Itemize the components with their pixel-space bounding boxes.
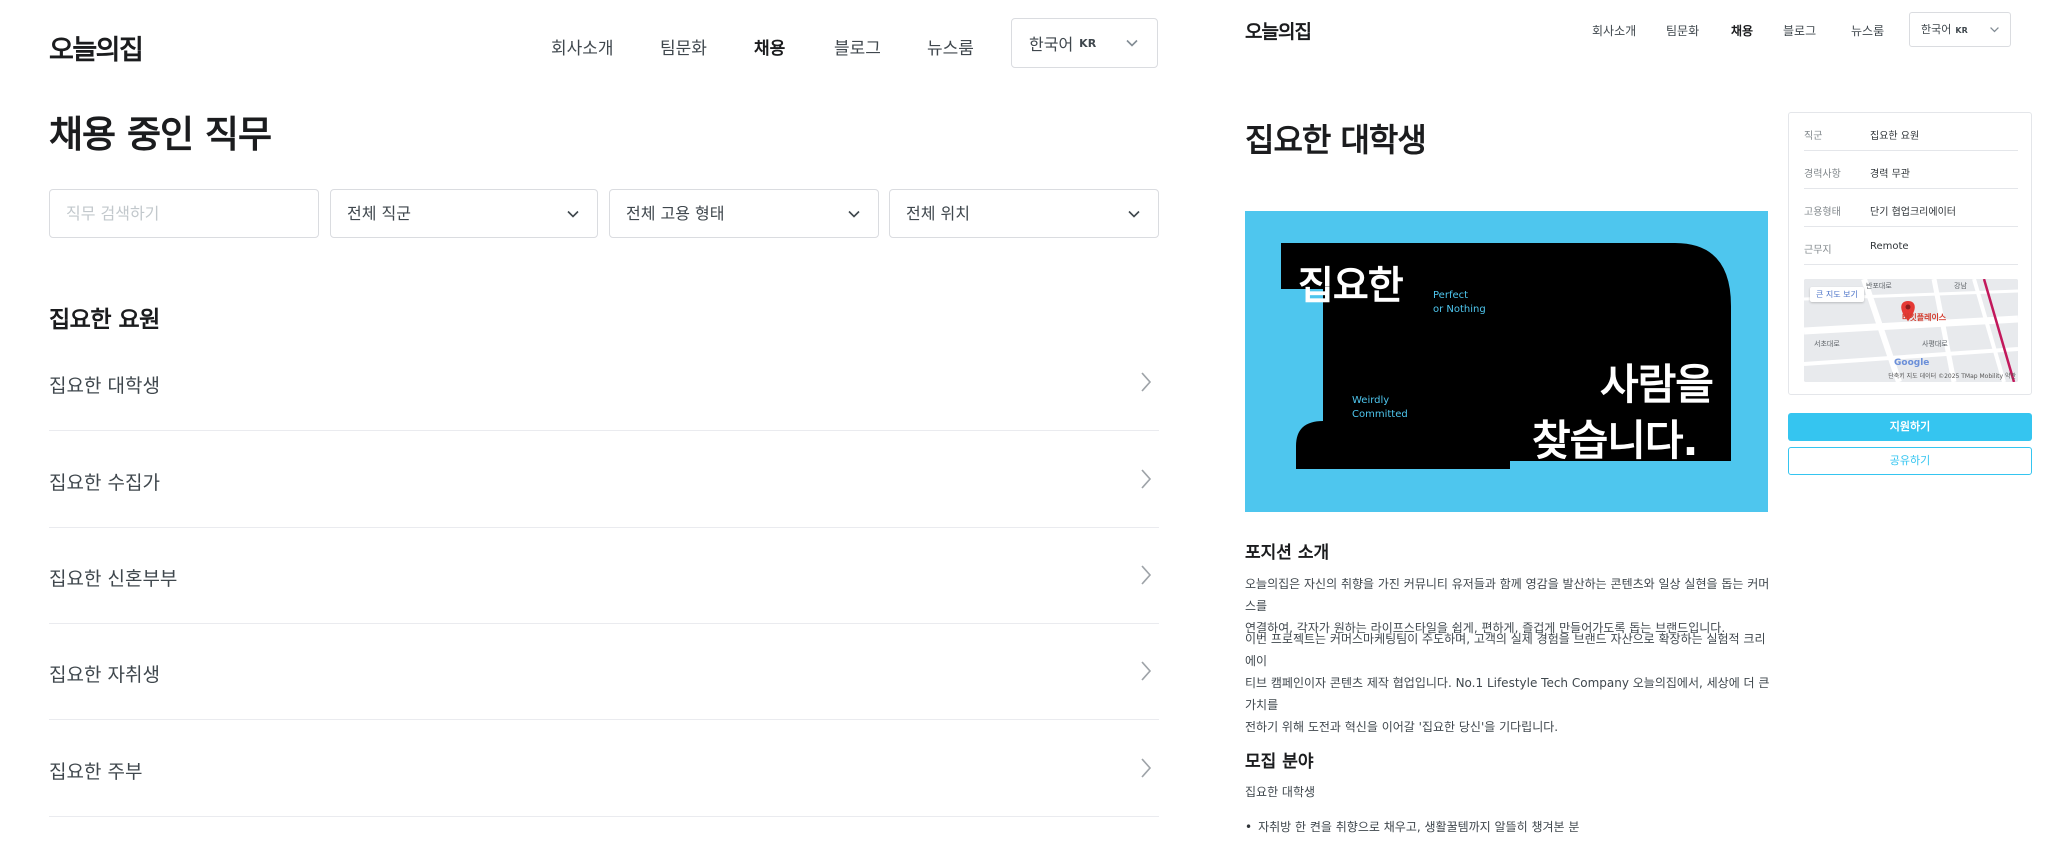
banner-tagline-1: Perfect	[1433, 290, 1469, 301]
info-key: 경력사항	[1804, 169, 1841, 180]
banner-headline-2: 사람을	[1600, 360, 1714, 409]
language-select[interactable]: 한국어 KR	[1909, 12, 2011, 47]
job-search-input[interactable]: 직무 검색하기	[49, 189, 319, 238]
info-value: 경력 무관	[1870, 169, 1910, 180]
paragraph-line: 이번 프로젝트는 커머스마케팅팀이 주도하며, 고객의 실제 경험을 브랜드 자…	[1245, 632, 1766, 668]
language-label: 한국어	[1921, 23, 1952, 36]
chevron-right-icon	[1141, 372, 1152, 392]
recruit-field-name: 집요한 대학생	[1245, 785, 1316, 799]
job-group-select-value: 전체 직군	[347, 204, 411, 223]
chevron-right-icon	[1141, 565, 1152, 585]
employment-type-select-value: 전체 고용 형태	[626, 204, 725, 223]
nav-item-newsroom[interactable]: 뉴스룸	[927, 34, 974, 59]
info-value: 단기 협업크리에이터	[1870, 207, 1956, 218]
nav-item-company[interactable]: 회사소개	[551, 34, 614, 59]
info-row-employment-type: 고용형태 단기 협업크리에이터	[1804, 190, 2018, 227]
banner-tagline-2: or Nothing	[1433, 304, 1486, 315]
job-list-item[interactable]: 집요한 자취생	[49, 624, 1159, 720]
language-label: 한국어	[1029, 35, 1074, 54]
share-button[interactable]: 공유하기	[1788, 447, 2032, 475]
page-title: 채용 중인 직무	[49, 113, 272, 156]
nav-item-culture[interactable]: 팀문화	[660, 34, 707, 59]
language-code: KR	[1955, 26, 1968, 35]
view-larger-map-button[interactable]: 큰 지도 보기	[1810, 287, 1864, 302]
location-map[interactable]: 큰 지도 보기 버킷플레이스 반포대로 강남 서초대로 사평대로 Google …	[1804, 279, 2018, 382]
logo[interactable]: 오늘의집	[49, 28, 144, 67]
map-credit: 단축키 지도 데이터 ©2025 TMap Mobility 약관	[1888, 373, 2016, 380]
job-info-card: 직군 집요한 요원 경력사항 경력 무관 고용형태 단기 협업크리에이터 근무지…	[1788, 112, 2032, 395]
nav-item-newsroom[interactable]: 뉴스룸	[1851, 22, 1884, 39]
location-select[interactable]: 전체 위치	[889, 189, 1159, 238]
job-title: 집요한 대학생	[49, 375, 160, 397]
banner-headline-3: 찾습니다.	[1532, 416, 1699, 465]
language-select[interactable]: 한국어 KR	[1011, 18, 1158, 68]
map-street-label: 서초대로	[1814, 340, 1840, 348]
nav-item-culture[interactable]: 팀문화	[1666, 22, 1699, 39]
map-street-label: 사평대로	[1922, 340, 1948, 348]
info-value: 집요한 요원	[1870, 131, 1920, 142]
paragraph-line: 오늘의집은 자신의 취향을 가진 커뮤니티 유저들과 함께 영감을 발산하는 콘…	[1245, 577, 1770, 613]
requirement-bullet: 자취방 한 켠을 취향으로 채우고, 생활꿀템까지 알뜰히 챙겨본 분	[1245, 818, 1579, 835]
project-intro-text: 이번 프로젝트는 커머스마케팅팀이 주도하며, 고객의 실제 경험을 브랜드 자…	[1245, 628, 1770, 738]
info-key: 고용형태	[1804, 207, 1841, 218]
employment-type-select[interactable]: 전체 고용 형태	[609, 189, 879, 238]
google-logo: Google	[1894, 358, 1930, 368]
map-place-label: 버킷플레이스	[1902, 313, 1947, 322]
job-section-title: 집요한 요원	[49, 307, 160, 333]
info-key: 직군	[1804, 131, 1823, 142]
job-group-select[interactable]: 전체 직군	[330, 189, 598, 238]
nav-item-recruit[interactable]: 채용	[1731, 22, 1753, 39]
job-list-item[interactable]: 집요한 수집가	[49, 432, 1159, 528]
job-list-item[interactable]: 집요한 주부	[49, 721, 1159, 817]
map-street-label: 강남	[1954, 282, 1967, 290]
info-row-location: 근무지 Remote	[1804, 228, 2018, 265]
paragraph-line: 티브 캠페인이자 콘텐츠 제작 협업입니다. No.1 Lifestyle Te…	[1245, 676, 1770, 712]
chevron-right-icon	[1141, 661, 1152, 681]
chevron-down-icon	[848, 210, 860, 218]
language-code: KR	[1079, 36, 1097, 50]
chevron-right-icon	[1141, 469, 1152, 489]
logo[interactable]: 오늘의집	[1245, 17, 1312, 44]
nav-item-blog[interactable]: 블로그	[1783, 22, 1816, 39]
info-value: Remote	[1870, 241, 1909, 252]
job-detail-panel: 오늘의집 회사소개 팀문화 채용 블로그 뉴스룸 한국어 KR 집요한 대학생 집…	[1190, 0, 2047, 858]
job-title: 집요한 주부	[49, 761, 143, 783]
banner-tagline-4: Committed	[1352, 409, 1408, 420]
chevron-down-icon	[1126, 39, 1138, 47]
info-row-job-group: 직군 집요한 요원	[1804, 114, 2018, 151]
nav-item-company[interactable]: 회사소개	[1592, 22, 1636, 39]
recruit-field-title: 모집 분야	[1245, 752, 1314, 772]
job-list-item[interactable]: 집요한 신혼부부	[49, 528, 1159, 624]
job-list-item[interactable]: 집요한 대학생	[49, 335, 1159, 431]
banner-tagline-3: Weirdly	[1352, 395, 1390, 406]
recruit-banner: 집요한 Perfect or Nothing 사람을 Weirdly Commi…	[1245, 211, 1768, 512]
position-intro-title: 포지션 소개	[1245, 543, 1330, 563]
paragraph-line: 전하기 위해 도전과 혁신을 이어갈 '집요한 당신'을 기다립니다.	[1245, 720, 1559, 734]
map-street-label: 반포대로	[1866, 282, 1892, 290]
job-title: 집요한 자취생	[49, 664, 160, 686]
apply-button[interactable]: 지원하기	[1788, 413, 2032, 441]
info-row-experience: 경력사항 경력 무관	[1804, 152, 2018, 189]
nav-item-blog[interactable]: 블로그	[834, 34, 881, 59]
careers-list-panel: 오늘의집 회사소개 팀문화 채용 블로그 뉴스룸 한국어 KR 채용 중인 직무…	[0, 0, 1190, 858]
chevron-down-icon	[1990, 27, 1999, 33]
chevron-down-icon	[567, 210, 579, 218]
job-title: 집요한 수집가	[49, 472, 160, 494]
location-select-value: 전체 위치	[906, 204, 970, 223]
chevron-right-icon	[1141, 758, 1152, 778]
banner-headline-1: 집요한	[1298, 264, 1404, 309]
chevron-down-icon	[1128, 210, 1140, 218]
nav-item-recruit[interactable]: 채용	[754, 34, 785, 59]
job-title: 집요한 신혼부부	[49, 568, 178, 590]
job-title-heading: 집요한 대학생	[1245, 121, 1427, 159]
info-key: 근무지	[1804, 245, 1832, 256]
